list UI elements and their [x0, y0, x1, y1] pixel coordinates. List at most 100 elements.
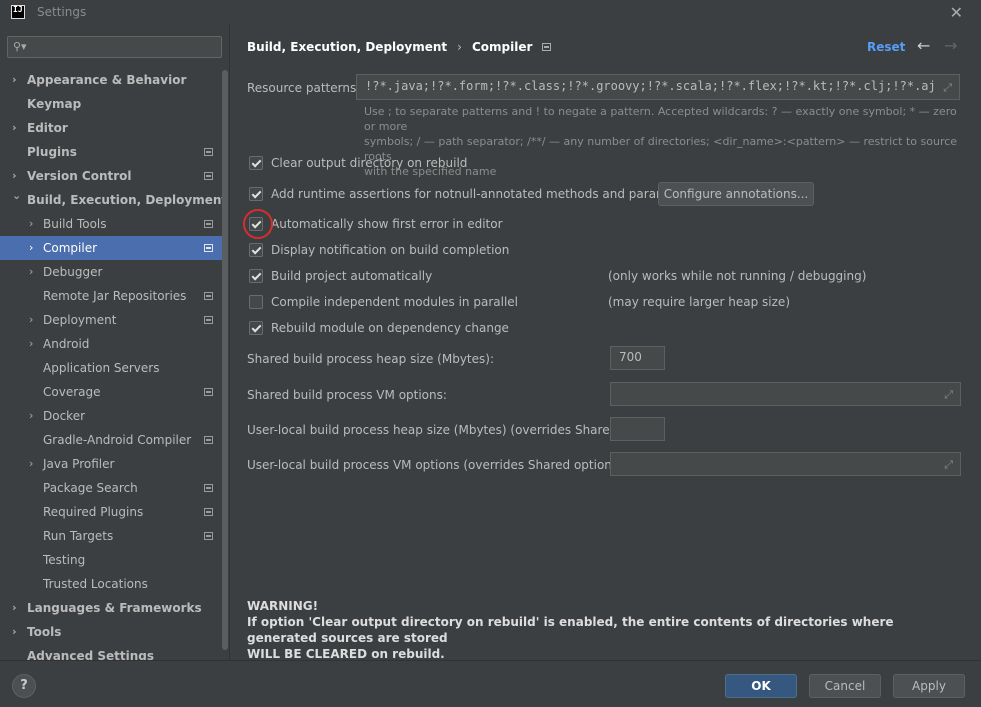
sidebar-item-version-control[interactable]: › Version Control	[0, 164, 229, 188]
shared-vm-field[interactable]: ⤢	[610, 382, 961, 406]
chevron-down-icon[interactable]: ⌄	[12, 184, 21, 208]
sidebar-item-run-targets[interactable]: Run Targets	[0, 524, 229, 548]
close-icon[interactable]: ✕	[950, 3, 963, 22]
local-vm-field[interactable]: ⤢	[610, 452, 961, 476]
build-automatically-note: (only works while not running / debuggin…	[608, 269, 867, 283]
chevron-right-icon[interactable]: ›	[29, 452, 33, 476]
breadcrumb: Build, Execution, Deployment › Compiler	[247, 40, 552, 54]
sidebar-item-plugins[interactable]: Plugins	[0, 140, 229, 164]
chevron-right-icon[interactable]: ›	[12, 116, 17, 140]
local-heap-field[interactable]	[610, 417, 665, 441]
local-heap-label: User-local build process heap size (Mbyt…	[247, 423, 654, 437]
chevron-right-icon[interactable]: ›	[29, 236, 33, 260]
display-notification-option[interactable]: Display notification on build completion	[249, 240, 509, 260]
sidebar-item-label: Languages & Frameworks	[27, 601, 202, 615]
configure-annotations-button[interactable]: Configure annotations...	[658, 182, 814, 206]
sidebar-item-docker[interactable]: › Docker	[0, 404, 229, 428]
hint-line-1: Use ; to separate patterns and ! to nega…	[364, 105, 957, 133]
compiler-settings-panel: Build, Execution, Deployment › Compiler …	[231, 24, 981, 661]
help-button[interactable]: ?	[12, 674, 36, 698]
project-scope-icon	[204, 508, 213, 516]
expand-icon[interactable]: ⤢	[944, 388, 953, 402]
chevron-right-icon[interactable]: ›	[12, 620, 17, 644]
chevron-right-icon[interactable]: ›	[29, 332, 33, 356]
compile-parallel-checkbox[interactable]	[249, 295, 263, 309]
show-first-error-option[interactable]: Automatically show first error in editor	[249, 214, 503, 234]
sidebar-item-package-search[interactable]: Package Search	[0, 476, 229, 500]
sidebar-item-label: Run Targets	[43, 529, 114, 543]
build-automatically-checkbox[interactable]	[249, 269, 263, 283]
sidebar-item-compiler[interactable]: › Compiler	[0, 236, 229, 260]
dialog-footer: ? OK Cancel Apply	[0, 660, 981, 707]
sidebar-item-coverage[interactable]: Coverage	[0, 380, 229, 404]
shared-vm-label: Shared build process VM options:	[247, 388, 447, 402]
sidebar-item-application-servers[interactable]: Application Servers	[0, 356, 229, 380]
chevron-right-icon[interactable]: ›	[29, 260, 33, 284]
display-notification-checkbox[interactable]	[249, 243, 263, 257]
rebuild-on-change-option[interactable]: Rebuild module on dependency change	[249, 318, 509, 338]
chevron-right-icon[interactable]: ›	[29, 212, 33, 236]
expand-icon[interactable]: ⤢	[944, 458, 953, 472]
sidebar-item-gradle-android-compiler[interactable]: Gradle-Android Compiler	[0, 428, 229, 452]
sidebar-item-required-plugins[interactable]: Required Plugins	[0, 500, 229, 524]
sidebar-item-java-profiler[interactable]: › Java Profiler	[0, 452, 229, 476]
sidebar-item-label: Appearance & Behavior	[27, 73, 187, 87]
compile-parallel-option[interactable]: Compile independent modules in parallel	[249, 292, 518, 312]
project-scope-icon	[204, 316, 213, 324]
sidebar-item-label: Build Tools	[43, 217, 107, 231]
sidebar-item-testing[interactable]: Testing	[0, 548, 229, 572]
chevron-right-icon[interactable]: ›	[12, 68, 17, 92]
runtime-assertions-checkbox[interactable]	[249, 187, 263, 201]
reset-link[interactable]: Reset	[867, 40, 905, 54]
show-first-error-label: Automatically show first error in editor	[271, 217, 503, 231]
sidebar-item-debugger[interactable]: › Debugger	[0, 260, 229, 284]
forward-arrow-icon[interactable]: →	[944, 36, 957, 55]
settings-sidebar: ⚲▾ › Appearance & Behavior Keymap › Editor Pl…	[0, 24, 230, 663]
sidebar-item-languages-frameworks[interactable]: › Languages & Frameworks	[0, 596, 229, 620]
highlight-circle-annotation	[243, 209, 273, 239]
sidebar-item-trusted-locations[interactable]: Trusted Locations	[0, 572, 229, 596]
intellij-app-icon: IJ	[11, 5, 25, 19]
clear-output-option[interactable]: Clear output directory on rebuild	[249, 153, 467, 173]
sidebar-item-label: Application Servers	[43, 361, 160, 375]
scrollbar-thumb[interactable]	[222, 70, 228, 650]
project-scope-icon	[204, 220, 213, 228]
chevron-right-icon[interactable]: ›	[12, 596, 17, 620]
sidebar-item-editor[interactable]: › Editor	[0, 116, 229, 140]
sidebar-scrollbar[interactable]	[222, 68, 229, 658]
sidebar-item-build-execution-deployment[interactable]: ⌄ Build, Execution, Deployment	[0, 188, 229, 212]
back-arrow-icon[interactable]: ←	[917, 36, 930, 55]
sidebar-item-label: Trusted Locations	[43, 577, 148, 591]
sidebar-item-remote-jar-repositories[interactable]: Remote Jar Repositories	[0, 284, 229, 308]
project-scope-icon	[204, 292, 213, 300]
breadcrumb-parent: Build, Execution, Deployment	[247, 40, 448, 54]
build-automatically-option[interactable]: Build project automatically	[249, 266, 432, 286]
project-scope-icon	[204, 148, 213, 156]
display-notification-label: Display notification on build completion	[271, 243, 510, 257]
ok-button[interactable]: OK	[725, 674, 797, 698]
sidebar-item-appearance-behavior[interactable]: › Appearance & Behavior	[0, 68, 229, 92]
rebuild-on-change-checkbox[interactable]	[249, 321, 263, 335]
sidebar-item-label: Docker	[43, 409, 86, 423]
title-bar: IJ Settings ✕	[0, 0, 981, 24]
project-scope-icon	[204, 244, 213, 252]
sidebar-item-deployment[interactable]: › Deployment	[0, 308, 229, 332]
sidebar-item-label: Android	[43, 337, 90, 351]
build-automatically-label: Build project automatically	[271, 269, 433, 283]
runtime-assertions-label: Add runtime assertions for notnull-annot…	[271, 187, 699, 201]
expand-icon[interactable]: ⤢	[943, 81, 952, 95]
cancel-button[interactable]: Cancel	[809, 674, 881, 698]
shared-heap-field[interactable]: 700	[610, 346, 665, 370]
runtime-assertions-option[interactable]: Add runtime assertions for notnull-annot…	[249, 184, 698, 204]
chevron-right-icon[interactable]: ›	[29, 404, 33, 428]
sidebar-item-android[interactable]: › Android	[0, 332, 229, 356]
sidebar-item-tools[interactable]: › Tools	[0, 620, 229, 644]
apply-button[interactable]: Apply	[893, 674, 965, 698]
sidebar-item-keymap[interactable]: Keymap	[0, 92, 229, 116]
chevron-right-icon[interactable]: ›	[29, 308, 33, 332]
clear-output-checkbox[interactable]	[249, 156, 263, 170]
local-vm-label: User-local build process VM options (ove…	[247, 458, 627, 472]
resource-patterns-field[interactable]: !?*.java;!?*.form;!?*.class;!?*.groovy;!…	[356, 74, 960, 100]
sidebar-item-build-tools[interactable]: › Build Tools	[0, 212, 229, 236]
search-input[interactable]: ⚲▾	[7, 36, 222, 58]
